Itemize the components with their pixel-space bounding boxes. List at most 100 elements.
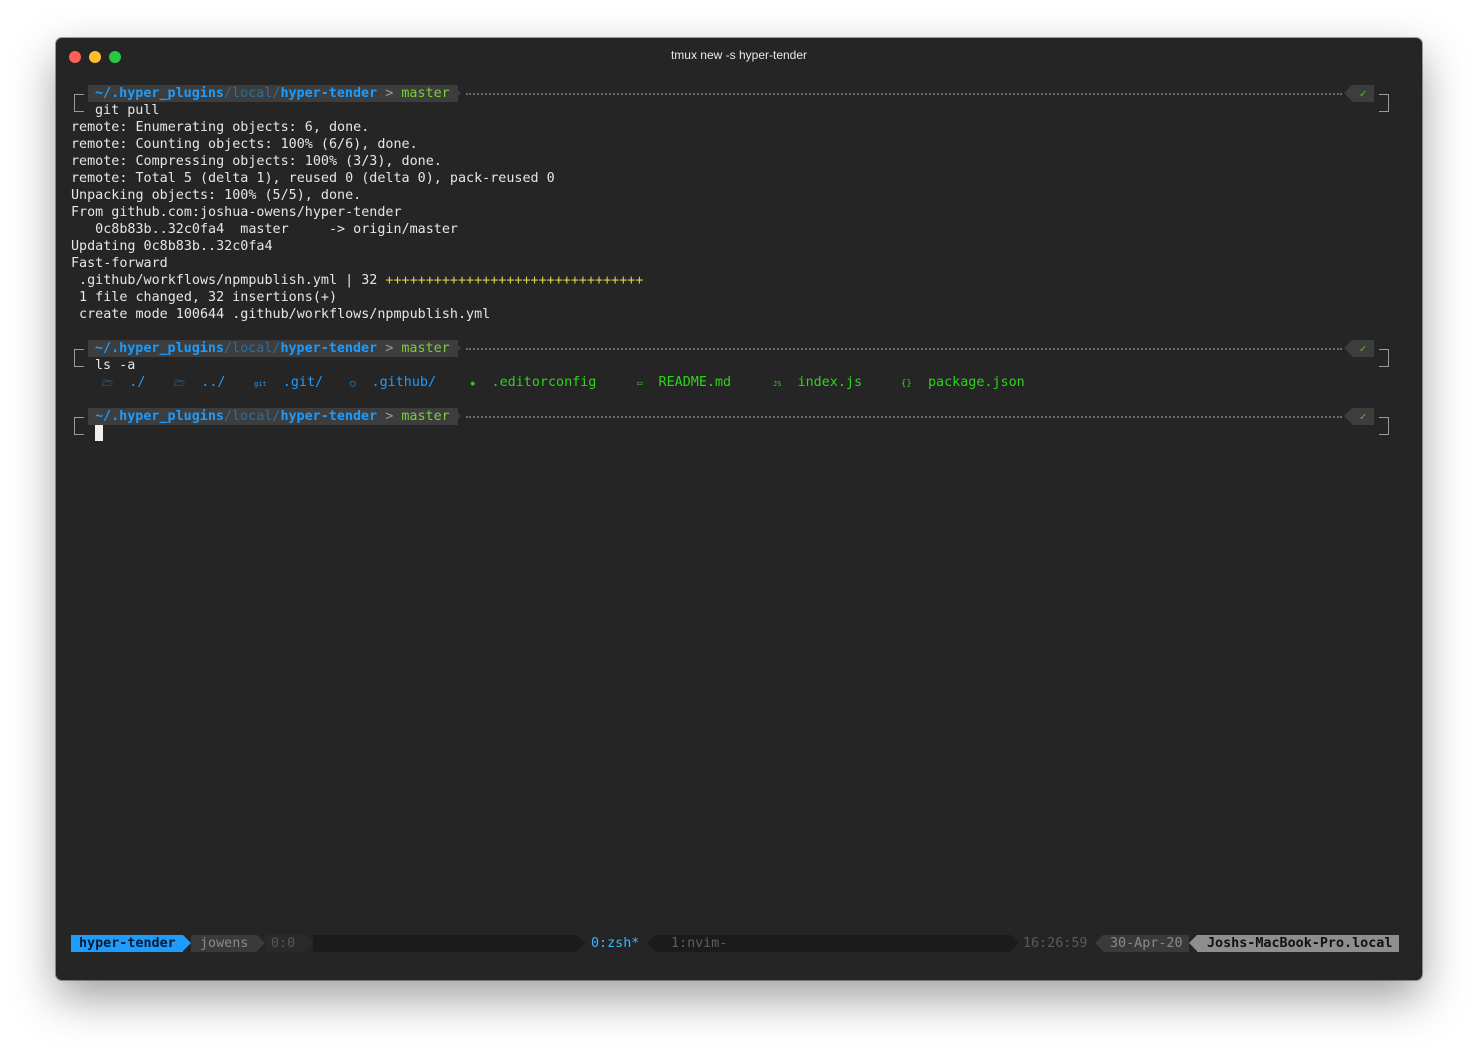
date: 30-Apr-20: [1103, 935, 1189, 952]
output-line: remote: Compressing objects: 100% (3/3),…: [71, 154, 442, 169]
ls-entry: JS index.js: [773, 374, 862, 391]
output-line: remote: Total 5 (delta 1), reused 0 (del…: [71, 171, 555, 186]
git-icon: git: [254, 380, 267, 388]
path-separator: >: [385, 409, 394, 424]
output-line: 0c8b83b..32c0fa4 master -> origin/master: [71, 222, 458, 237]
output-line: 1 file changed, 32 insertions(+): [71, 290, 338, 305]
path-part: .hyper_plugins: [111, 409, 224, 424]
segment-arrow: [1011, 935, 1019, 951]
path-home: ~/: [95, 409, 112, 424]
status-check-icon: ✓: [1352, 85, 1374, 102]
pane-index: 0:0: [265, 935, 305, 952]
prompt-bracket-left: [74, 417, 84, 435]
ls-entry-name: README.md: [658, 375, 732, 390]
segment-arrow: [453, 408, 461, 424]
output-line: Fast-forward: [71, 256, 168, 271]
output-line: From github.com:joshua-owens/hyper-tende…: [71, 205, 402, 220]
ls-entry-name: .editorconfig: [491, 375, 597, 390]
user-name: jowens: [191, 935, 257, 952]
path-part: .hyper_plugins: [111, 86, 224, 101]
path-part: hyper-tender: [280, 86, 378, 101]
output-line: Updating 0c8b83b..32c0fa4: [71, 239, 273, 254]
path-part: hyper-tender: [280, 409, 378, 424]
ls-entry: 🗁 ../: [174, 374, 225, 391]
diffstat-line: .github/workflows/npmpublish.yml | 32 ++…: [71, 272, 643, 289]
path-separator: >: [385, 341, 394, 356]
window-tab-inactive[interactable]: 1:nvim-: [655, 935, 1011, 952]
git-branch: master: [401, 86, 450, 101]
json-icon: {}: [901, 379, 912, 389]
segment-arrow: [453, 340, 461, 356]
gear-icon: ✹: [470, 379, 476, 389]
prompt-filler-dots: [466, 93, 1342, 95]
ls-entry-name: package.json: [927, 375, 1025, 390]
path-home: ~/: [95, 341, 112, 356]
segment-arrow: [183, 935, 191, 951]
path-home: ~/: [95, 86, 112, 101]
git-branch: master: [401, 409, 450, 424]
clock-time: 16:26:59: [1023, 936, 1088, 951]
segment-arrow: [305, 935, 313, 951]
output-line: remote: Counting objects: 100% (6/6), do…: [71, 137, 418, 152]
path-part: /local/: [224, 341, 281, 356]
prompt-bracket-left: [74, 94, 84, 112]
shell-prompt: ~/.hyper_plugins/local/hyper-tender > ma…: [74, 85, 1394, 112]
ls-entry: ▭ README.md: [637, 374, 731, 391]
terminal-window: tmux new -s hyper-tender ~/.hyper_plugin…: [56, 38, 1422, 980]
status-filler: [313, 935, 577, 952]
tmux-status-bar: hyper-tender jowens 0:0 0:zsh* 1:nvim- 1…: [71, 935, 1399, 952]
status-check-icon: ✓: [1352, 408, 1374, 425]
segment-arrow: [647, 935, 655, 951]
path-part: /local/: [224, 409, 281, 424]
diffstat-file: .github/workflows/npmpublish.yml | 32: [71, 273, 386, 288]
prompt-path-segment: ~/.hyper_plugins/local/hyper-tender > ma…: [88, 85, 458, 102]
ls-entry-name: .github/: [371, 375, 437, 390]
ls-entry-name: .git/: [282, 375, 324, 390]
prompt-path-segment: ~/.hyper_plugins/local/hyper-tender > ma…: [88, 408, 458, 425]
ls-entry: 🗁 ./: [102, 374, 145, 391]
command-line: git pull: [95, 103, 160, 118]
git-branch: master: [401, 341, 450, 356]
terminal-content[interactable]: ~/.hyper_plugins/local/hyper-tender > ma…: [56, 38, 1422, 980]
path-part: .hyper_plugins: [111, 341, 224, 356]
diffstat-plus: ++++++++++++++++++++++++++++++++: [385, 273, 644, 288]
ls-entry: ◯ .github/: [350, 374, 436, 391]
command-line: ls -a: [95, 358, 136, 373]
prompt-bracket-right: [1379, 417, 1389, 435]
output-line: remote: Enumerating objects: 6, done.: [71, 120, 370, 135]
github-icon: ◯: [350, 379, 356, 389]
prompt-bracket-right: [1379, 94, 1389, 112]
shell-prompt: ~/.hyper_plugins/local/hyper-tender > ma…: [74, 340, 1394, 367]
markdown-icon: ▭: [637, 379, 643, 389]
shell-prompt: ~/.hyper_plugins/local/hyper-tender > ma…: [74, 408, 1394, 435]
session-name: hyper-tender: [71, 935, 183, 952]
prompt-bracket-left: [74, 349, 84, 367]
ls-entry-name: ./: [129, 375, 146, 390]
prompt-filler-dots: [466, 348, 1342, 350]
segment-arrow: [1344, 408, 1352, 424]
prompt-path-segment: ~/.hyper_plugins/local/hyper-tender > ma…: [88, 340, 458, 357]
window-tab-active[interactable]: 0:zsh*: [591, 935, 639, 952]
folder-icon: 🗁: [174, 379, 186, 389]
ls-entry: {} package.json: [901, 374, 1025, 391]
path-separator: >: [385, 86, 394, 101]
javascript-icon: JS: [773, 380, 782, 388]
output-line: Unpacking objects: 100% (5/5), done.: [71, 188, 362, 203]
segment-arrow: [1095, 935, 1103, 951]
segment-arrow: [1344, 85, 1352, 101]
output-line: create mode 100644 .github/workflows/npm…: [71, 307, 491, 322]
hostname: Joshs-MacBook-Pro.local: [1197, 935, 1399, 952]
prompt-bracket-right: [1379, 349, 1389, 367]
ls-entry: ✹ .editorconfig: [470, 374, 596, 391]
segment-arrow: [577, 935, 585, 951]
ls-entry-name: ../: [201, 375, 226, 390]
path-part: hyper-tender: [280, 341, 378, 356]
text-cursor[interactable]: [95, 425, 103, 441]
status-check-icon: ✓: [1352, 340, 1374, 357]
path-part: /local/: [224, 86, 281, 101]
prompt-filler-dots: [466, 416, 1342, 418]
segment-arrow: [257, 935, 265, 951]
ls-entry-name: index.js: [797, 375, 863, 390]
ls-entry: git .git/: [254, 374, 323, 391]
segment-arrow: [453, 85, 461, 101]
